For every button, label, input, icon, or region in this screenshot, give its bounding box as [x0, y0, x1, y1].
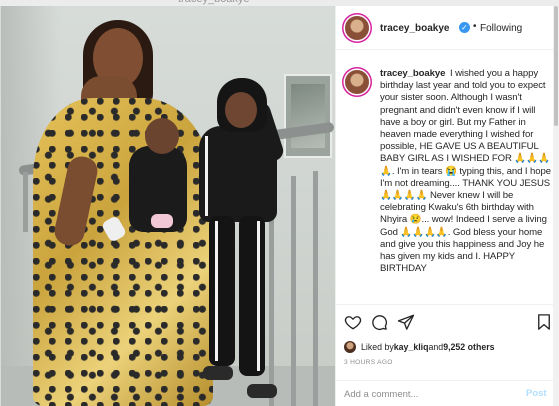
photo-frame-inner — [291, 84, 325, 148]
photo-boy-shoe — [203, 366, 233, 380]
post-header: tracey_boakye ✓ • Following — [336, 6, 559, 50]
photo-rail-post — [291, 176, 296, 406]
photo-boy-stripe — [205, 136, 208, 216]
liker-username[interactable]: kay_kliq — [394, 342, 429, 352]
post-timestamp[interactable]: 3 HOURS AGO — [344, 359, 393, 366]
photo-boy-leg — [209, 216, 235, 366]
scrollbar[interactable] — [553, 6, 559, 406]
post-comment-button[interactable]: Post — [526, 388, 547, 399]
caption-text: tracey_boakye I wished you a happy birth… — [380, 68, 556, 275]
photo-rail-post — [23, 172, 28, 232]
scrollbar-thumb[interactable] — [554, 6, 558, 126]
liker-avatar[interactable] — [344, 341, 356, 353]
following-button[interactable]: Following — [480, 23, 522, 34]
window-title: tracey_boakye — [178, 0, 250, 5]
instagram-post: tracey_boakye ✓ • Following tracey_boaky… — [0, 6, 559, 406]
photo-boy-face — [225, 92, 257, 128]
share-icon[interactable] — [397, 313, 415, 331]
header-separator: • — [473, 21, 477, 32]
photo-wall-frame — [284, 74, 332, 158]
header-avatar[interactable] — [345, 16, 369, 40]
likes-middle: and — [428, 342, 444, 352]
likes-summary: Liked by kay_kliq and 9,252 others — [344, 341, 495, 353]
caption-section: tracey_boakye I wished you a happy birth… — [336, 58, 559, 302]
verified-badge-icon: ✓ — [459, 22, 470, 33]
likes-prefix: Liked by — [361, 342, 394, 352]
post-photo[interactable] — [1, 6, 335, 406]
post-actions: Liked by kay_kliq and 9,252 others 3 HOU… — [336, 304, 559, 380]
heart-icon[interactable] — [344, 313, 362, 331]
add-comment-bar: Post — [336, 380, 559, 406]
photo-boy-shoe — [247, 384, 277, 398]
post-details-panel: tracey_boakye ✓ • Following tracey_boaky… — [335, 6, 559, 406]
photo-boy-leg — [239, 216, 265, 376]
photo-boy-stripe — [257, 221, 260, 371]
photo-woman-dress — [33, 98, 213, 406]
comment-icon[interactable] — [370, 313, 388, 331]
caption-username[interactable]: tracey_boakye — [380, 68, 445, 79]
caption-avatar[interactable] — [345, 70, 369, 94]
likes-count[interactable]: 9,252 others — [443, 342, 494, 352]
photo-baby-shoe — [151, 214, 173, 228]
header-username[interactable]: tracey_boakye — [380, 23, 450, 34]
caption-body: I wished you a happy birthday last year … — [380, 68, 551, 275]
bookmark-icon[interactable] — [535, 313, 553, 331]
comment-input[interactable] — [344, 386, 514, 402]
photo-rail-post — [313, 171, 318, 406]
photo-baby-head — [145, 118, 179, 154]
photo-boy-stripe — [215, 221, 218, 361]
